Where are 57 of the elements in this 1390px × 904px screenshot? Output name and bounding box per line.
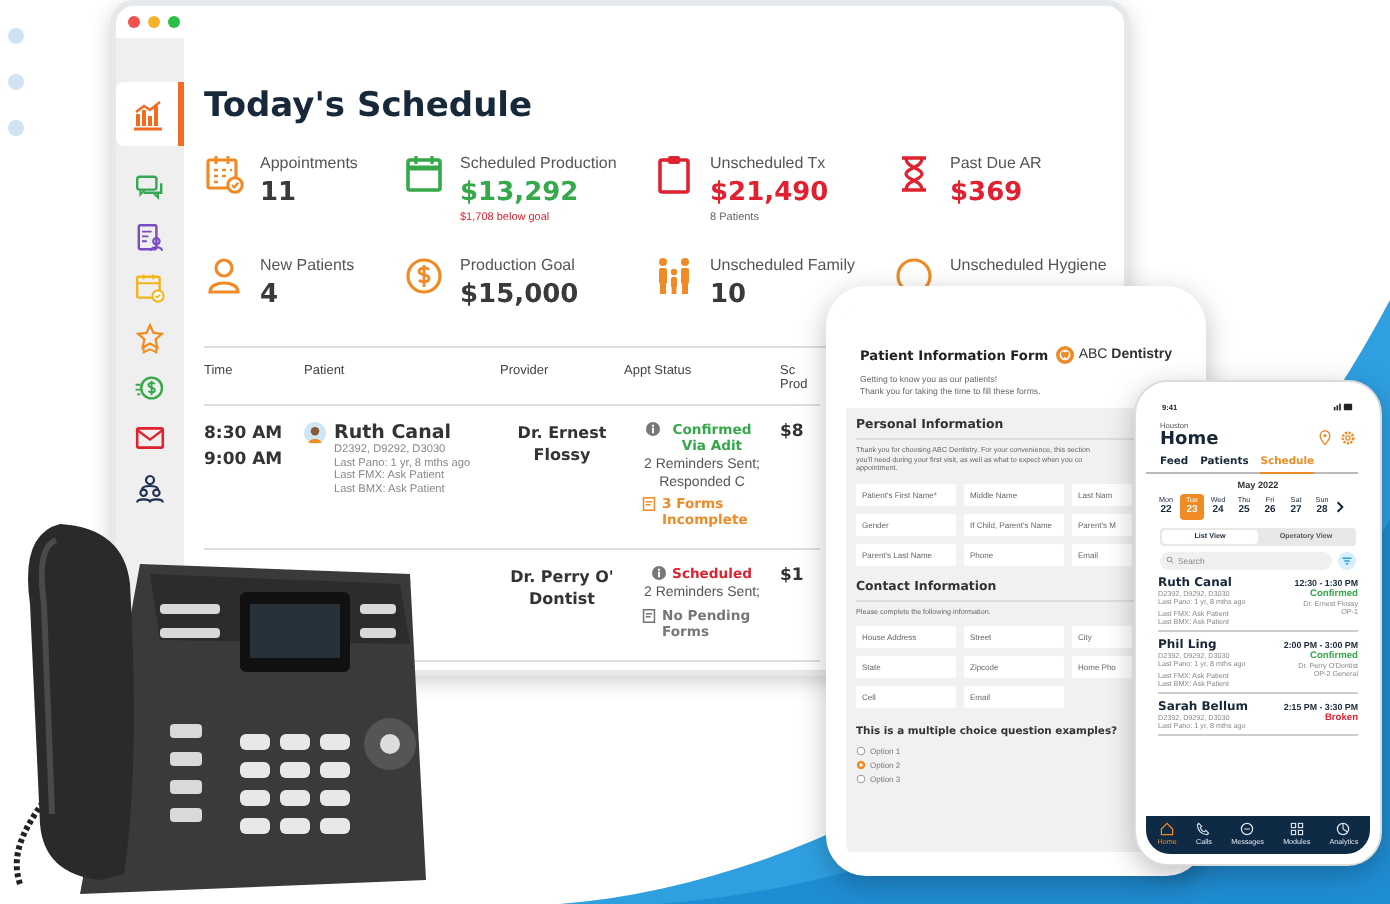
stat-label: Unscheduled Family [710, 256, 855, 274]
message-icon [1240, 822, 1255, 836]
mail-icon [134, 422, 166, 454]
stat-value: $21,490 [710, 178, 829, 208]
tooth-logo-icon [1056, 346, 1075, 364]
pie-chart-icon [1336, 822, 1351, 836]
stat-label: Production Goal [460, 256, 577, 274]
filter-icon[interactable] [1338, 551, 1356, 569]
form-icon [642, 496, 656, 512]
appointment-time: 9:00 AM [204, 448, 285, 474]
contact-list-icon [134, 222, 166, 254]
stat-value: 10 [710, 280, 749, 310]
form-icon [642, 607, 656, 623]
provider-name: Dr. Ernest Flossy [515, 422, 609, 466]
grid-icon [1289, 822, 1304, 836]
stat-label: Scheduled Production [460, 154, 617, 172]
stat-value: 4 [260, 280, 281, 310]
provider-name: Dr. Perry O' Dontist [508, 566, 616, 610]
window-controls-icon [126, 14, 182, 30]
avatar-icon [304, 422, 326, 444]
dot-pattern-drawing [6, 26, 26, 138]
phone-icon [1196, 822, 1211, 836]
dollar-coin-icon [404, 256, 444, 296]
stat-value: $13,292 [460, 178, 581, 208]
family-icon [654, 256, 694, 296]
chevron-right-icon[interactable] [1336, 499, 1344, 513]
star-badge-icon [134, 322, 166, 354]
radio-button-icon[interactable] [856, 746, 866, 757]
radio-button-icon[interactable] [856, 760, 866, 771]
calendar-check-icon [204, 154, 244, 194]
info-icon [652, 566, 667, 580]
person-icon [204, 256, 244, 296]
stat-label: Unscheduled Hygiene [950, 256, 1107, 274]
production-amount: $8 [780, 422, 806, 442]
stat-label: Appointments [260, 154, 358, 172]
signal-battery-icon [1332, 402, 1354, 412]
stat-label: New Patients [260, 256, 355, 274]
chat-icon [134, 172, 166, 204]
production-amount: $1 [780, 566, 806, 586]
clipboard-icon [654, 154, 694, 194]
stat-label: Past Due AR [950, 154, 1042, 172]
location-pin-icon[interactable] [1318, 430, 1332, 446]
home-icon [1160, 822, 1175, 836]
radio-button-icon[interactable] [856, 774, 866, 785]
page-title: Today's Schedule [204, 86, 535, 126]
patient-name: Ruth Canal [334, 422, 452, 444]
stat-value: $15,000 [460, 280, 579, 310]
stat-label: Unscheduled Tx [710, 154, 828, 172]
appointment-time: 8:30 AM [204, 422, 285, 448]
settings-icon[interactable] [1340, 430, 1356, 446]
people-icon [134, 472, 166, 504]
stat-value: $369 [950, 178, 1025, 208]
stat-value: 11 [260, 178, 299, 208]
calendar-check-icon [134, 272, 166, 304]
dollar-icon [134, 372, 166, 404]
info-icon [646, 422, 660, 436]
calendar-icon [404, 154, 444, 194]
